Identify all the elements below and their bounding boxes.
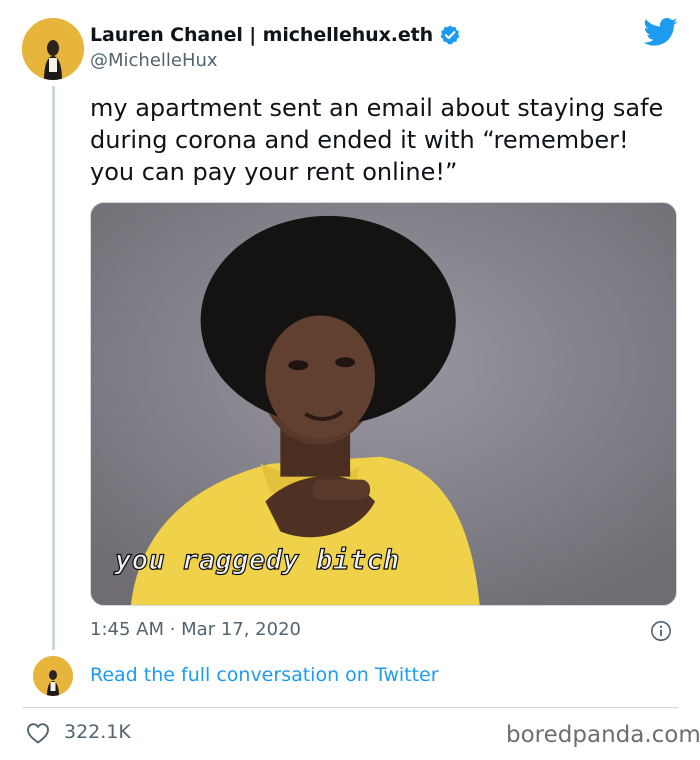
- verified-badge-icon: [440, 25, 460, 45]
- thread-line: [52, 86, 55, 650]
- like-count[interactable]: 322.1K: [64, 721, 131, 743]
- author-row: Lauren Chanel | michellehux.eth: [90, 23, 461, 47]
- tweet-timestamp[interactable]: 1:45 AM · Mar 17, 2020: [90, 619, 301, 640]
- avatar-image: [22, 18, 84, 80]
- info-icon[interactable]: [650, 620, 672, 642]
- media-caption: you raggedy bitch: [114, 544, 400, 576]
- heart-icon[interactable]: [26, 722, 50, 744]
- tweet-text: my apartment sent an email about staying…: [90, 94, 664, 186]
- watermark: boredpanda.com: [506, 722, 700, 748]
- twitter-bird-icon[interactable]: [644, 17, 678, 47]
- reply-avatar[interactable]: [33, 656, 73, 696]
- read-conversation-link[interactable]: Read the full conversation on Twitter: [90, 664, 439, 686]
- author-avatar[interactable]: [22, 18, 84, 80]
- author-name[interactable]: Lauren Chanel | michellehux.eth: [90, 24, 433, 46]
- avatar-image-small: [33, 656, 73, 696]
- author-handle[interactable]: @MichelleHux: [90, 50, 218, 71]
- divider: [22, 707, 678, 708]
